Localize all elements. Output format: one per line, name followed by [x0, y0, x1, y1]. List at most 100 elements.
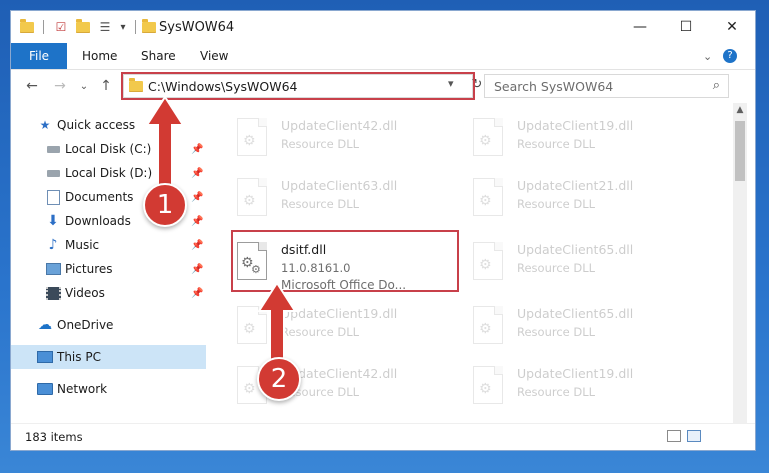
address-dropdown-icon[interactable]: ▾ [448, 77, 454, 90]
dll-file-icon: ⚙ [469, 366, 507, 408]
music-note-icon: ♪ [48, 237, 58, 253]
file-item[interactable]: ⚙ UpdateClient19.dll Resource DLL [215, 294, 435, 350]
file-company: Microsoft Office Do... [281, 278, 407, 292]
file-description: Resource DLL [517, 261, 596, 275]
back-arrow-icon[interactable]: ← [23, 77, 41, 95]
drive-icon [45, 141, 61, 157]
tab-view[interactable]: View [200, 43, 228, 69]
nav-item-music[interactable]: ♪ Music 📌 [11, 233, 206, 257]
close-button[interactable]: ✕ [709, 11, 755, 43]
file-description: Resource DLL [281, 137, 360, 151]
step-badge-1: 1 [143, 183, 187, 227]
file-description: Resource DLL [517, 325, 596, 339]
item-count: 183 items [25, 430, 83, 444]
window-folder-icon [141, 18, 157, 35]
title-bar: ☑ ☰ ▾ SysWOW64 — ☐ ✕ [11, 11, 755, 43]
pin-icon[interactable]: 📌 [191, 288, 203, 299]
nav-item-label: Pictures [65, 262, 113, 276]
file-name: UpdateClient19.dll [281, 306, 398, 321]
address-path[interactable]: C:\Windows\SysWOW64 [148, 79, 297, 94]
dll-file-icon: ⚙ [469, 242, 507, 284]
explorer-window: ☑ ☰ ▾ SysWOW64 — ☐ ✕ File Home Share Vie… [10, 10, 756, 451]
nav-item-label: Downloads [65, 214, 131, 228]
dll-file-icon: ⚙ [233, 178, 271, 220]
nav-item-this-pc[interactable]: This PC [11, 345, 206, 369]
file-item[interactable]: ⚙ UpdateClient21.dll Resource DLL [451, 166, 671, 222]
documents-icon [45, 189, 61, 205]
pin-icon[interactable]: 📌 [191, 264, 203, 275]
nav-item-label: Network [57, 382, 108, 396]
pin-icon[interactable]: 📌 [191, 192, 203, 203]
dll-file-icon: ⚙ [469, 178, 507, 220]
file-item[interactable]: ⚙ UpdateClient65.dll Resource DLL [451, 294, 671, 350]
nav-item-label: Music [65, 238, 100, 252]
nav-item-network[interactable]: Network [11, 377, 206, 401]
file-description: Resource DLL [281, 197, 360, 211]
file-description: Resource DLL [517, 385, 596, 399]
pin-icon[interactable]: 📌 [191, 216, 203, 227]
dll-file-icon: ⚙ [469, 118, 507, 160]
folder-icon[interactable] [19, 18, 35, 35]
file-item[interactable]: ⚙ UpdateClient19.dll Resource DLL [451, 106, 671, 162]
chevron-down-icon[interactable]: ▾ [115, 19, 131, 35]
file-name: UpdateClient65.dll [517, 306, 634, 321]
search-placeholder: Search SysWOW64 [494, 79, 614, 94]
nav-item-label: OneDrive [57, 318, 114, 332]
recent-locations-chevron-icon[interactable]: ⌄ [75, 77, 93, 95]
dll-file-icon: ⚙ ⚙ [233, 242, 271, 284]
large-icons-view-icon[interactable] [687, 430, 701, 442]
nav-item-label: Local Disk (D:) [65, 166, 153, 180]
vertical-scrollbar[interactable]: ▲ [733, 103, 747, 423]
folder-icon [129, 78, 143, 92]
nav-item-label: Local Disk (C:) [65, 142, 152, 156]
tab-file[interactable]: File [11, 43, 67, 69]
scroll-up-icon[interactable]: ▲ [733, 105, 747, 117]
nav-item-label: Documents [65, 190, 134, 204]
chevron-down-icon[interactable]: ⌄ [703, 43, 712, 69]
download-arrow-icon: ⬇ [47, 213, 59, 229]
file-name: UpdateClient19.dll [517, 366, 634, 381]
pin-icon[interactable]: 📌 [191, 168, 203, 179]
file-item-dsitf[interactable]: ⚙ ⚙ dsitf.dll 11.0.8161.0 Microsoft Offic… [215, 230, 435, 292]
file-name: dsitf.dll [281, 242, 327, 257]
nav-item-label: This PC [57, 350, 101, 364]
forward-arrow-icon[interactable]: → [51, 77, 69, 95]
file-item[interactable]: ⚙ UpdateClient42.dll Resource DLL [215, 354, 435, 410]
nav-item-videos[interactable]: Videos 📌 [11, 281, 206, 305]
minimize-button[interactable]: — [617, 11, 663, 43]
tab-home[interactable]: Home [82, 43, 117, 69]
search-icon[interactable]: ⌕ [713, 78, 720, 93]
pin-icon[interactable]: 📌 [191, 144, 203, 155]
scroll-thumb[interactable] [735, 121, 745, 181]
dll-file-icon: ⚙ [469, 306, 507, 348]
pin-icon[interactable]: 📌 [191, 240, 203, 251]
pictures-icon [45, 261, 61, 277]
details-view-icon[interactable] [667, 430, 681, 442]
toolbar-divider [135, 20, 136, 34]
search-box[interactable]: Search SysWOW64 ⌕ [484, 74, 729, 98]
help-icon[interactable]: ? [723, 43, 737, 69]
address-bar[interactable]: C:\Windows\SysWOW64 ▾ ↻ [123, 74, 482, 98]
properties-checkmark-icon[interactable]: ☑ [53, 19, 69, 35]
file-item[interactable]: ⚙ UpdateClient42.dll Resource DLL [215, 106, 435, 162]
file-name: UpdateClient21.dll [517, 178, 634, 193]
file-item[interactable]: ⚙ UpdateClient63.dll Resource DLL [215, 166, 435, 222]
file-description: Resource DLL [517, 197, 596, 211]
file-name: UpdateClient42.dll [281, 118, 398, 133]
network-icon [37, 381, 53, 397]
window-title: SysWOW64 [159, 20, 235, 35]
customize-toolbar-icon[interactable]: ☰ [97, 19, 113, 35]
nav-item-pictures[interactable]: Pictures 📌 [11, 257, 206, 281]
drive-icon [45, 165, 61, 181]
step-badge-2: 2 [257, 357, 301, 401]
toolbar-divider [43, 20, 44, 34]
up-arrow-icon[interactable]: ↑ [97, 77, 115, 95]
file-item[interactable]: ⚙ UpdateClient19.dll Resource DLL [451, 354, 671, 410]
file-item[interactable]: ⚙ UpdateClient65.dll Resource DLL [451, 230, 671, 286]
nav-item-onedrive[interactable]: ☁ OneDrive [11, 313, 206, 337]
maximize-button[interactable]: ☐ [663, 11, 709, 43]
ribbon-tabs: File Home Share View ⌄ ? [11, 43, 755, 70]
new-folder-icon[interactable] [75, 18, 91, 35]
film-icon [45, 285, 61, 301]
tab-share[interactable]: Share [141, 43, 176, 69]
